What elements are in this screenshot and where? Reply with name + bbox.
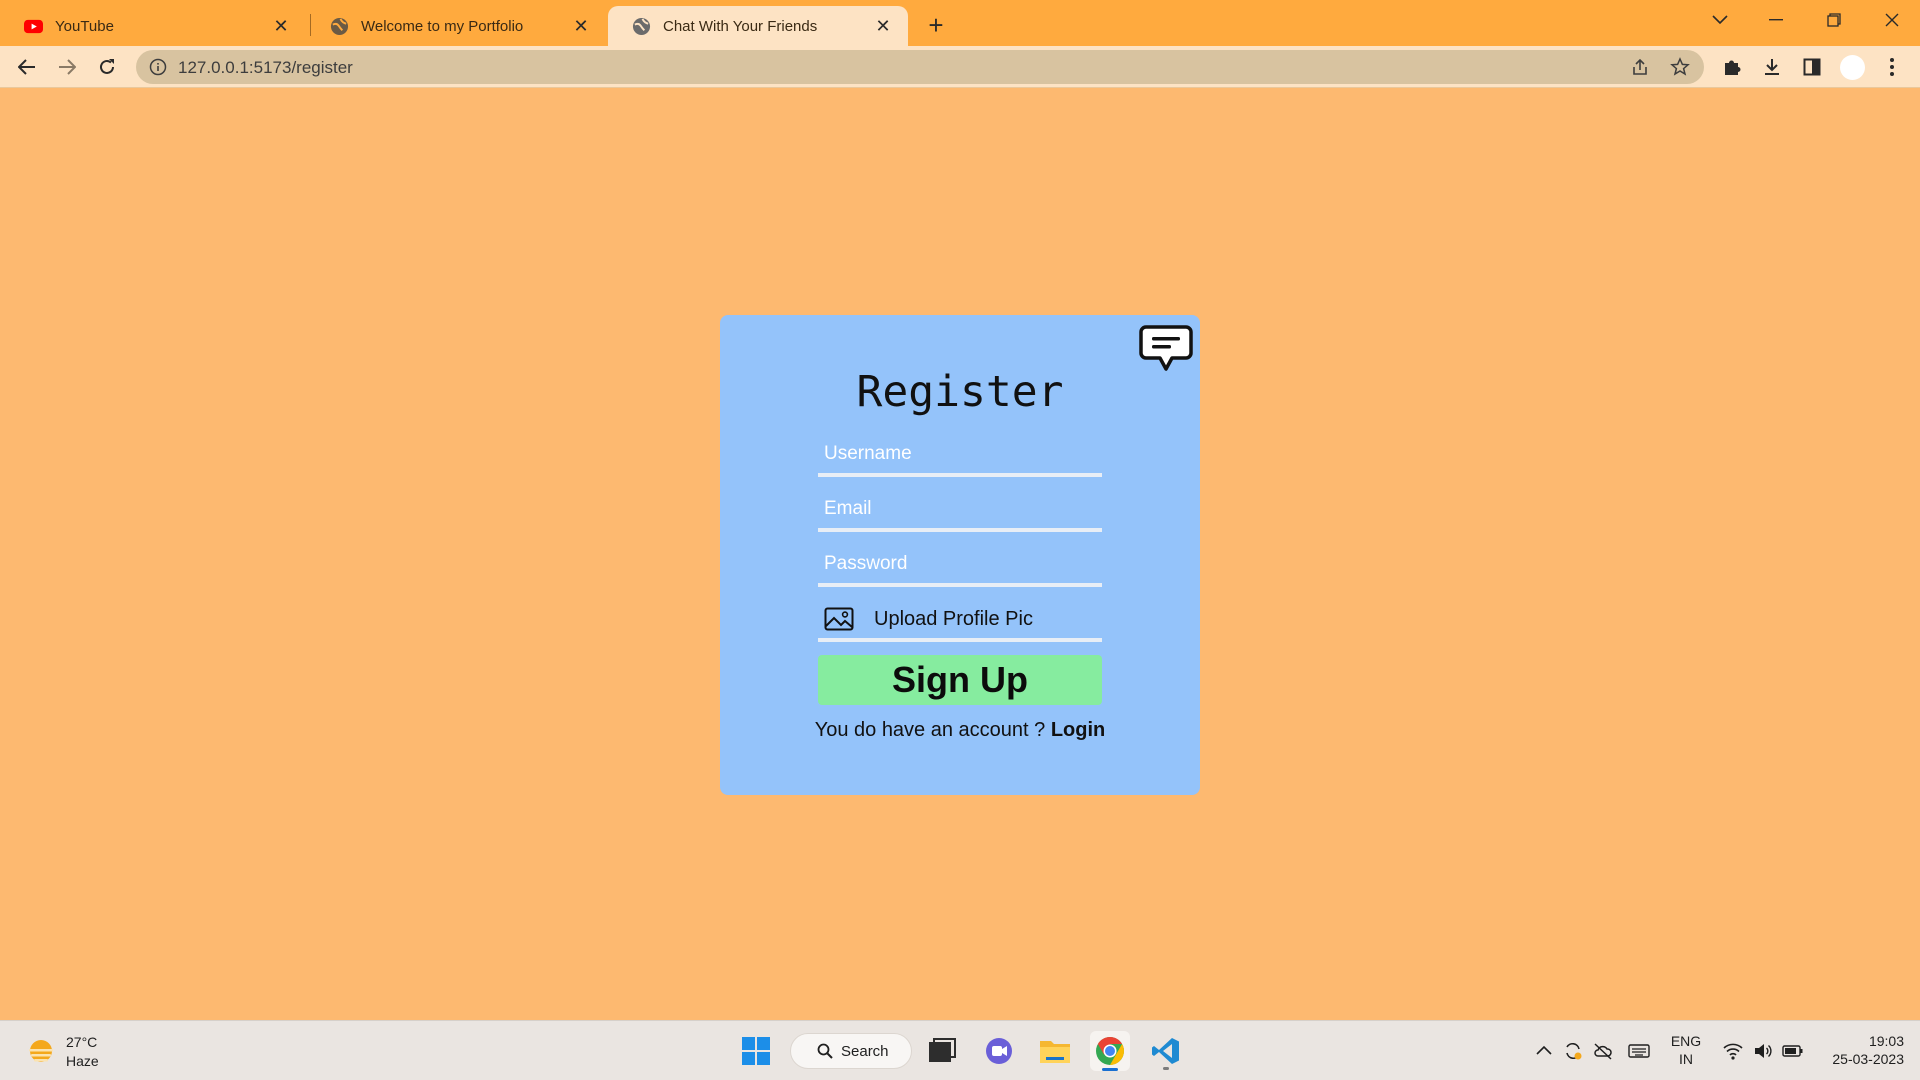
chrome-taskbar-button[interactable] <box>1090 1031 1130 1071</box>
star-icon[interactable] <box>1670 57 1690 77</box>
share-icon[interactable] <box>1630 57 1650 77</box>
info-icon[interactable] <box>149 58 167 76</box>
region-code: IN <box>1679 1051 1693 1067</box>
clock[interactable]: 19:03 25-03-2023 <box>1818 1032 1904 1068</box>
cloud-off-icon[interactable] <box>1593 1041 1613 1061</box>
windows-icon <box>742 1037 770 1065</box>
chrome-icon <box>1096 1037 1124 1065</box>
browser-toolbar: 127.0.0.1:5173/register <box>0 46 1920 88</box>
start-button[interactable] <box>736 1031 776 1071</box>
tab-portfolio[interactable]: Welcome to my Portfolio ✕ <box>306 6 606 46</box>
password-field <box>818 545 1102 587</box>
image-icon <box>824 607 854 631</box>
youtube-icon <box>24 19 43 33</box>
haze-sun-icon <box>29 1040 53 1062</box>
clock-date: 25-03-2023 <box>1832 1051 1904 1067</box>
close-icon[interactable]: ✕ <box>570 15 592 37</box>
profile-avatar[interactable] <box>1840 55 1865 80</box>
keyboard-icon[interactable] <box>1628 1041 1650 1061</box>
minimize-icon <box>1769 19 1783 21</box>
search-label: Search <box>841 1042 889 1060</box>
arrow-right-icon <box>59 59 76 75</box>
tab-title: Chat With Your Friends <box>663 17 818 35</box>
close-icon[interactable]: ✕ <box>872 15 894 37</box>
username-field <box>818 435 1102 477</box>
tab-search-button[interactable] <box>1692 0 1748 40</box>
weather-widget[interactable]: 27°C Haze <box>26 1033 99 1071</box>
teams-chat-button[interactable] <box>979 1031 1019 1071</box>
chat-icon <box>986 1038 1012 1064</box>
folder-icon <box>1040 1041 1070 1063</box>
menu-button[interactable] <box>1876 51 1908 83</box>
minimize-button[interactable] <box>1748 0 1804 40</box>
battery-icon[interactable] <box>1782 1041 1804 1061</box>
language-code: ENG <box>1670 1033 1702 1049</box>
back-button[interactable] <box>11 51 43 83</box>
taskbar: 27°C Haze Search ENG IN 19:03 25-03-2023 <box>0 1020 1920 1080</box>
restore-icon <box>1827 13 1841 27</box>
globe-icon <box>330 17 349 35</box>
weather-temperature: 27°C <box>66 1034 98 1050</box>
reload-button[interactable] <box>91 51 123 83</box>
side-panel-icon <box>1803 58 1821 76</box>
tab-youtube[interactable]: YouTube ✕ <box>0 6 306 46</box>
email-input[interactable] <box>818 490 1102 528</box>
search-icon <box>817 1043 833 1059</box>
account-prompt-text: You do have an account ? <box>814 719 1046 741</box>
arrow-left-icon <box>18 59 35 75</box>
vscode-taskbar-button[interactable] <box>1146 1031 1186 1071</box>
sync-icon[interactable] <box>1563 1041 1583 1061</box>
tab-strip: YouTube ✕ Welcome to my Portfolio ✕ Chat… <box>0 0 1920 46</box>
reload-icon <box>100 59 114 74</box>
close-icon[interactable]: ✕ <box>270 15 292 37</box>
chevron-down-icon <box>1712 15 1728 25</box>
login-prompt: You do have an account ? Login <box>720 719 1200 742</box>
weather-description: Haze <box>66 1053 99 1069</box>
restore-button[interactable] <box>1806 0 1862 40</box>
task-view-button[interactable] <box>922 1031 962 1071</box>
downloads-button[interactable] <box>1756 51 1788 83</box>
password-input[interactable] <box>818 545 1102 583</box>
address-bar[interactable]: 127.0.0.1:5173/register <box>136 50 1704 84</box>
vscode-icon <box>1152 1038 1179 1064</box>
download-icon <box>1765 59 1779 75</box>
register-card: Register Upload Profile Pic Sign Up You … <box>720 315 1200 795</box>
tab-chat[interactable]: Chat With Your Friends ✕ <box>608 6 908 46</box>
volume-icon[interactable] <box>1753 1041 1773 1061</box>
task-view-icon <box>929 1038 956 1062</box>
upload-label: Upload Profile Pic <box>874 607 1033 630</box>
login-link[interactable]: Login <box>1051 719 1105 741</box>
forward-button[interactable] <box>51 51 83 83</box>
close-icon <box>1885 13 1899 27</box>
tab-title: YouTube <box>55 17 114 35</box>
side-panel-button[interactable] <box>1796 51 1828 83</box>
username-input[interactable] <box>818 435 1102 473</box>
running-indicator <box>1163 1067 1169 1070</box>
wifi-icon[interactable] <box>1723 1041 1743 1061</box>
email-field <box>818 490 1102 532</box>
globe-icon <box>632 17 651 35</box>
form-title: Register <box>856 367 1064 417</box>
more-vertical-icon <box>1890 58 1894 76</box>
file-explorer-button[interactable] <box>1035 1031 1075 1071</box>
active-indicator <box>1102 1068 1118 1071</box>
extensions-button[interactable] <box>1716 51 1748 83</box>
tab-title: Welcome to my Portfolio <box>361 17 524 35</box>
new-tab-button[interactable]: + <box>920 9 952 41</box>
language-indicator[interactable]: ENG IN <box>1668 1032 1704 1068</box>
puzzle-icon <box>1725 60 1741 75</box>
sign-up-button[interactable]: Sign Up <box>818 655 1102 705</box>
close-window-button[interactable] <box>1864 0 1920 40</box>
upload-profile-pic[interactable]: Upload Profile Pic <box>818 600 1102 642</box>
chevron-up-icon[interactable] <box>1534 1041 1554 1061</box>
url-text: 127.0.0.1:5173/register <box>178 58 353 77</box>
taskbar-search[interactable]: Search <box>790 1033 912 1069</box>
clock-time: 19:03 <box>1868 1033 1904 1049</box>
